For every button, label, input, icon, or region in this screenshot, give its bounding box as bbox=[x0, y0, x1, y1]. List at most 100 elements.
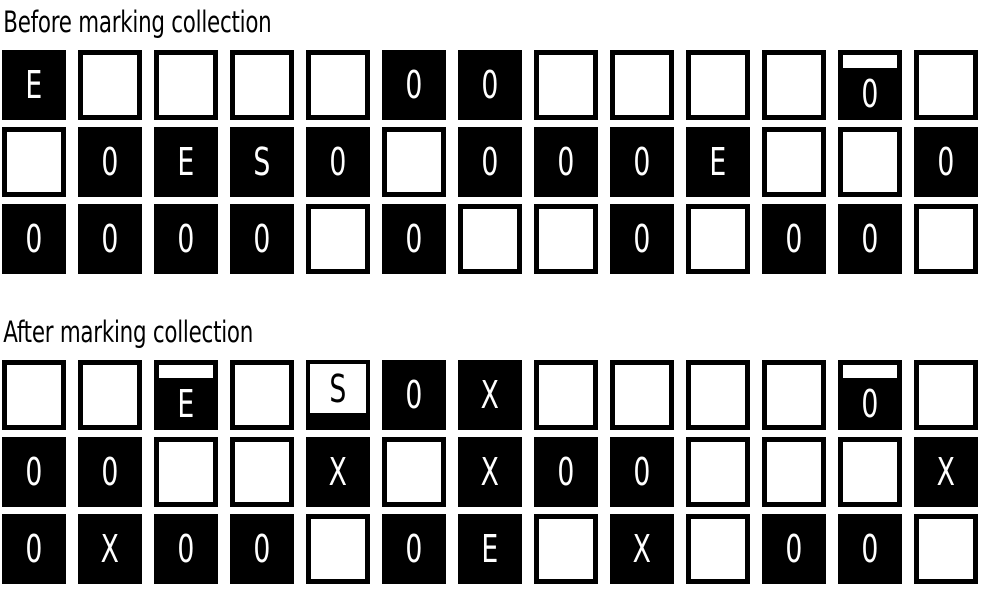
heap-cell-empty[interactable] bbox=[914, 514, 978, 584]
heap-cell-label: 0 bbox=[101, 217, 119, 261]
heap-cell-empty[interactable] bbox=[534, 360, 598, 430]
mark-bar-icon bbox=[843, 365, 897, 378]
heap-cell-label: 0 bbox=[405, 217, 423, 261]
heap-cell-filled[interactable]: 0 bbox=[610, 127, 674, 197]
heap-cell-filled[interactable]: X bbox=[458, 360, 522, 430]
heap-cell-empty[interactable] bbox=[914, 50, 978, 120]
heap-cell-filled[interactable]: 0 bbox=[610, 204, 674, 274]
heap-cell-marked[interactable]: 0 bbox=[838, 50, 902, 120]
heap-cell-empty[interactable] bbox=[762, 50, 826, 120]
heap-cell-empty[interactable] bbox=[686, 437, 750, 507]
heap-cell-empty[interactable] bbox=[534, 204, 598, 274]
heap-cell-label: 0 bbox=[557, 450, 575, 494]
section-title-before: Before marking collection bbox=[3, 5, 272, 39]
heap-cell-filled[interactable]: X bbox=[610, 514, 674, 584]
heap-cell-empty[interactable] bbox=[610, 50, 674, 120]
heap-cell-label: 0 bbox=[861, 217, 879, 261]
heap-cell-filled[interactable]: 0 bbox=[762, 514, 826, 584]
heap-cell-label: 0 bbox=[557, 140, 575, 184]
heap-cell-label: X bbox=[480, 450, 500, 494]
heap-cell-label: 0 bbox=[25, 217, 43, 261]
heap-cell-empty[interactable] bbox=[762, 360, 826, 430]
heap-cell-filled[interactable]: S bbox=[230, 127, 294, 197]
heap-cell-empty[interactable] bbox=[78, 360, 142, 430]
heap-cell-filled[interactable]: 0 bbox=[2, 437, 66, 507]
heap-cell-label: 0 bbox=[405, 63, 423, 107]
heap-cell-marked[interactable]: 0 bbox=[838, 360, 902, 430]
heap-cell-filled[interactable]: 0 bbox=[458, 50, 522, 120]
heap-cell-filled[interactable]: X bbox=[78, 514, 142, 584]
heap-cell-filled[interactable]: 0 bbox=[230, 204, 294, 274]
section-title-after: After marking collection bbox=[3, 315, 254, 349]
heap-cell-filled[interactable]: E bbox=[2, 50, 66, 120]
heap-cell-empty[interactable] bbox=[230, 437, 294, 507]
heap-cell-filled[interactable]: 0 bbox=[382, 360, 446, 430]
heap-cell-filled[interactable]: 0 bbox=[78, 437, 142, 507]
heap-cell-empty[interactable] bbox=[306, 50, 370, 120]
heap-cell-label: 0 bbox=[481, 63, 499, 107]
mark-bar-icon bbox=[159, 365, 213, 378]
heap-cell-filled[interactable]: 0 bbox=[306, 127, 370, 197]
heap-cell-empty[interactable] bbox=[306, 204, 370, 274]
heap-cell-filled[interactable]: 0 bbox=[2, 204, 66, 274]
heap-cell-empty[interactable] bbox=[382, 437, 446, 507]
heap-cell-filled[interactable]: X bbox=[458, 437, 522, 507]
heap-cell-label: 0 bbox=[937, 140, 955, 184]
heap-cell-empty[interactable] bbox=[306, 514, 370, 584]
heap-cell-filled[interactable]: E bbox=[154, 127, 218, 197]
heap-cell-empty[interactable] bbox=[230, 50, 294, 120]
heap-cell-empty[interactable] bbox=[838, 127, 902, 197]
heap-cell-filled[interactable]: 0 bbox=[914, 127, 978, 197]
heap-cell-filled[interactable]: 0 bbox=[154, 204, 218, 274]
heap-cell-empty[interactable] bbox=[458, 204, 522, 274]
heap-cell-filled[interactable]: 0 bbox=[382, 50, 446, 120]
heap-cell-empty[interactable] bbox=[2, 127, 66, 197]
heap-cell-empty[interactable] bbox=[762, 437, 826, 507]
heap-cell-filled[interactable]: X bbox=[306, 437, 370, 507]
heap-cell-empty[interactable] bbox=[686, 50, 750, 120]
heap-cell-label: 0 bbox=[253, 527, 271, 571]
heap-cell-filled[interactable]: 0 bbox=[458, 127, 522, 197]
heap-cell-filled[interactable]: E bbox=[458, 514, 522, 584]
heap-cell-marked[interactable]: E bbox=[154, 360, 218, 430]
heap-cell-empty[interactable] bbox=[382, 127, 446, 197]
heap-cell-label: X bbox=[100, 527, 120, 571]
heap-cell-filled[interactable]: 0 bbox=[2, 514, 66, 584]
heap-cell-empty[interactable] bbox=[534, 50, 598, 120]
heap-cell-inverted[interactable]: S bbox=[306, 360, 370, 430]
heap-cell-filled[interactable]: X bbox=[914, 437, 978, 507]
heap-cell-empty[interactable] bbox=[78, 50, 142, 120]
heap-cell-filled[interactable]: 0 bbox=[78, 204, 142, 274]
heap-cell-filled[interactable]: 0 bbox=[838, 514, 902, 584]
heap-cell-empty[interactable] bbox=[610, 360, 674, 430]
heap-cell-filled[interactable]: 0 bbox=[534, 127, 598, 197]
heap-marking-diagram: Before marking collection E0000ES0000E00… bbox=[0, 0, 1000, 600]
heap-cell-label: S bbox=[329, 367, 347, 411]
heap-cell-empty[interactable] bbox=[914, 360, 978, 430]
heap-cell-filled[interactable]: 0 bbox=[838, 204, 902, 274]
heap-cell-empty[interactable] bbox=[230, 360, 294, 430]
heap-cell-empty[interactable] bbox=[686, 204, 750, 274]
heap-cell-empty[interactable] bbox=[762, 127, 826, 197]
heap-cell-filled[interactable]: E bbox=[686, 127, 750, 197]
heap-cell-filled[interactable]: 0 bbox=[230, 514, 294, 584]
heap-cell-empty[interactable] bbox=[686, 514, 750, 584]
heap-cell-filled[interactable]: 0 bbox=[762, 204, 826, 274]
heap-cell-empty[interactable] bbox=[2, 360, 66, 430]
heap-cell-filled[interactable]: 0 bbox=[78, 127, 142, 197]
heap-cell-empty[interactable] bbox=[154, 50, 218, 120]
heap-cell-empty[interactable] bbox=[534, 514, 598, 584]
heap-cell-filled[interactable]: 0 bbox=[534, 437, 598, 507]
heap-cell-filled[interactable]: 0 bbox=[382, 204, 446, 274]
heap-row: 0 0 0 0 0 0 0 0 bbox=[2, 204, 1000, 274]
heap-cell-filled[interactable]: 0 bbox=[610, 437, 674, 507]
heap-cell-filled[interactable]: 0 bbox=[382, 514, 446, 584]
heap-cell-filled[interactable]: 0 bbox=[154, 514, 218, 584]
heap-cell-empty[interactable] bbox=[154, 437, 218, 507]
heap-cell-empty[interactable] bbox=[838, 437, 902, 507]
heap-cell-empty[interactable] bbox=[914, 204, 978, 274]
heap-cell-label: E bbox=[177, 382, 195, 426]
heap-cell-empty[interactable] bbox=[686, 360, 750, 430]
heap-cell-label: X bbox=[480, 373, 500, 417]
heap-cell-label: 0 bbox=[101, 450, 119, 494]
